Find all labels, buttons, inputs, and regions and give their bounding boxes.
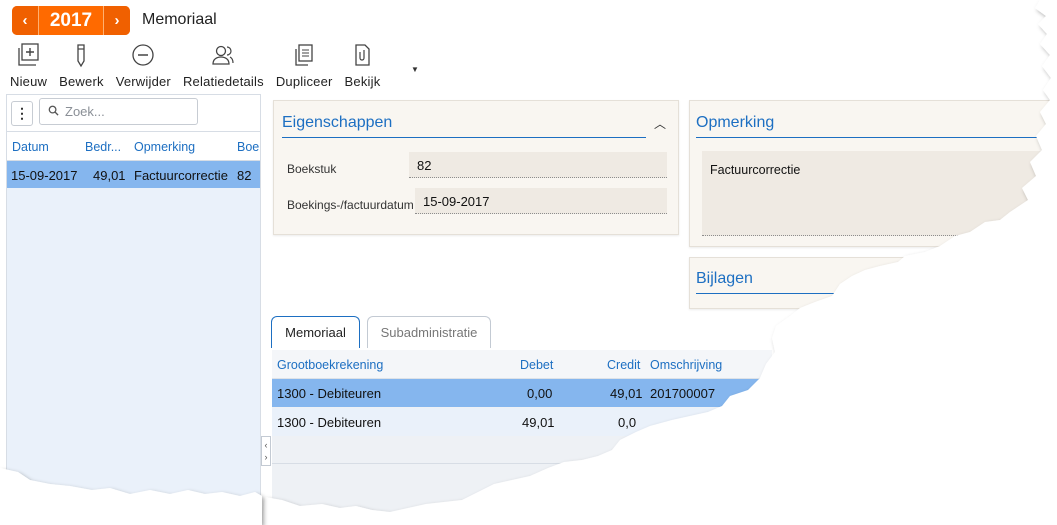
search-icon [48, 104, 59, 119]
relation-details-button[interactable]: Relatiedetails [179, 42, 268, 90]
year-value[interactable]: 2017 [38, 6, 104, 35]
attachments-title: Bijlagen [696, 270, 753, 287]
column-header-grootboekrekening[interactable]: Grootboekrekening [277, 358, 383, 372]
cell-rekening: 1300 - Debiteuren [277, 386, 382, 401]
attachment-document-icon [349, 42, 375, 71]
table-row[interactable]: 1300 - Debiteuren 0,00 49,01 201700007 [272, 379, 772, 407]
list-toolbar: ⋮ [7, 95, 260, 132]
chevron-right-icon: › [264, 452, 268, 462]
search-box[interactable] [39, 98, 198, 125]
tab-memoriaal[interactable]: Memoriaal [271, 316, 360, 348]
column-header-bedrag[interactable]: Bedr... [85, 140, 121, 154]
column-header-opmerking[interactable]: Opmerking [134, 140, 195, 154]
cell-rekening: 1300 - Debiteuren [277, 415, 382, 430]
column-header-debet[interactable]: Debet [520, 358, 553, 372]
list-header: Datum Bedr... Opmerking Boe [7, 132, 260, 161]
list-cell-datum: 15-09-2017 [11, 168, 78, 183]
contacts-icon [210, 42, 236, 71]
date-field[interactable]: 15-09-2017 [415, 188, 667, 214]
divider [696, 293, 1057, 294]
new-button[interactable]: Nieuw [6, 42, 51, 90]
grid-header: Grootboekrekening Debet Credit Omschrijv… [272, 350, 772, 379]
chevron-left-icon: ‹ [264, 440, 268, 450]
page-title: Memoriaal [142, 11, 217, 28]
search-input[interactable] [65, 104, 185, 119]
column-header-omschrijving[interactable]: Omschrijving [650, 358, 722, 372]
attachments-panel: Bijlagen [689, 257, 1057, 309]
date-label: Boekings-/factuurdatum [287, 198, 414, 212]
cell-omschrijving: 201700007 [650, 386, 716, 401]
column-header-boekstuk[interactable]: Boe [237, 140, 259, 154]
duplicate-label: Dupliceer [275, 74, 333, 89]
journal-grid: Grootboekrekening Debet Credit Omschrijv… [272, 350, 772, 520]
divider [696, 137, 1057, 138]
remark-title: Opmerking [696, 114, 775, 131]
list-cell-opmerking: Factuurcorrectie [134, 168, 228, 183]
divider [272, 463, 772, 464]
caret-down-icon[interactable]: ▼ [411, 65, 419, 74]
list-item[interactable]: 15-09-2017 49,01 Factuurcorrectie 82 [7, 161, 260, 188]
tab-subadministratie[interactable]: Subadministratie [367, 316, 491, 348]
column-header-datum[interactable]: Datum [12, 140, 49, 154]
cell-debet: 49,01 [522, 415, 555, 430]
list-panel: ⋮ Datum Bedr... Opmerking Boe 15-09-2017… [6, 94, 261, 525]
divider [282, 137, 646, 138]
cell-debet: 0,00 [527, 386, 553, 401]
more-vertical-icon[interactable]: ⋮ [11, 101, 33, 126]
year-selector: ‹ 2017 › [12, 6, 130, 35]
list-cell-bedrag: 49,01 [93, 168, 126, 183]
relation-details-label: Relatiedetails [182, 74, 264, 89]
cell-credit: 0,0 [618, 415, 637, 430]
delete-label: Verwijder [115, 74, 171, 89]
new-label: Nieuw [10, 74, 48, 89]
toolbar: Nieuw Bewerk Verwijder Relatiedetails Du… [6, 42, 388, 90]
minus-circle-icon [130, 42, 156, 71]
chevron-up-icon[interactable]: ︿ [654, 115, 666, 132]
duplicate-button[interactable]: Dupliceer [272, 42, 337, 90]
remark-panel: Opmerking Factuurcorrectie [689, 100, 1057, 247]
edit-button[interactable]: Bewerk [55, 42, 108, 90]
list-cell-boekstuk: 82 [237, 168, 252, 183]
duplicate-icon [291, 42, 317, 71]
pencil-icon [68, 42, 94, 71]
panel-collapse-handle[interactable]: ‹ › [261, 436, 271, 466]
chevron-left-icon[interactable]: ‹ [12, 6, 38, 35]
view-button[interactable]: Bekijk [341, 42, 385, 90]
remark-field[interactable]: Factuurcorrectie [702, 151, 1057, 236]
column-header-credit[interactable]: Credit [607, 358, 640, 372]
boekstuk-field[interactable]: 82 [409, 152, 667, 178]
view-label: Bekijk [344, 74, 381, 89]
table-row[interactable]: 1300 - Debiteuren 49,01 0,0 [272, 408, 772, 436]
boekstuk-label: Boekstuk [287, 162, 337, 176]
edit-label: Bewerk [59, 74, 104, 89]
new-icon [16, 42, 42, 71]
chevron-right-icon[interactable]: › [104, 6, 130, 35]
delete-button[interactable]: Verwijder [112, 42, 175, 90]
properties-title: Eigenschappen [282, 114, 393, 131]
properties-panel: Eigenschappen ︿ Boekstuk 82 Boekings-/fa… [273, 100, 679, 235]
cell-credit: 49,01 [610, 386, 643, 401]
